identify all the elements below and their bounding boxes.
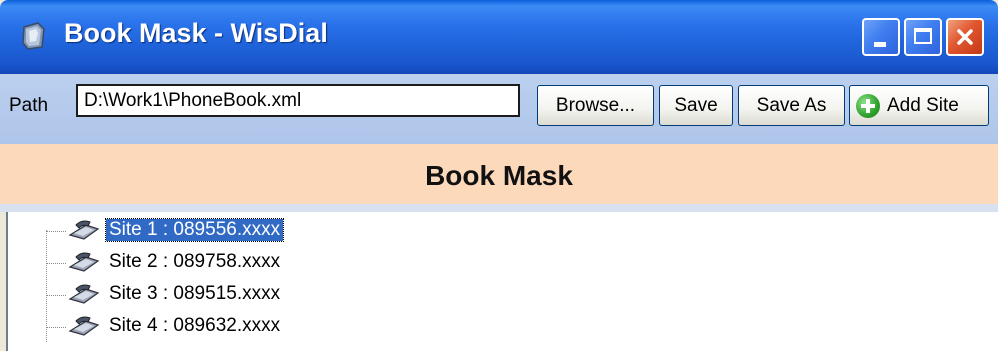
maximize-button[interactable]	[904, 18, 942, 56]
site-tree[interactable]: Site 1 : 089556.xxxx Site 2 : 089758.xxx…	[6, 212, 998, 351]
save-button[interactable]: Save	[659, 85, 733, 126]
save-as-button[interactable]: Save As	[738, 85, 845, 126]
add-site-label: Add Site	[887, 94, 959, 116]
tree-item-label: Site 4 : 089632.xxxx	[109, 315, 281, 336]
app-icon	[22, 22, 45, 50]
window-title: Book Mask - WisDial	[64, 18, 328, 48]
close-icon	[957, 29, 973, 45]
tree-item-label: Site 2 : 089758.xxxx	[109, 251, 281, 272]
close-button[interactable]	[946, 18, 984, 56]
tree-item-label: Site 3 : 089515.xxxx	[109, 283, 281, 304]
tree-connector	[46, 327, 66, 328]
phone-icon	[68, 220, 100, 240]
minimize-icon	[874, 42, 886, 47]
tree-connector	[46, 295, 66, 296]
path-label: Path	[9, 95, 49, 116]
minimize-button[interactable]	[862, 18, 900, 56]
tree-connector	[46, 231, 66, 232]
browse-button[interactable]: Browse...	[537, 85, 654, 126]
plus-circle-icon	[856, 93, 880, 118]
page-title: Book Mask	[425, 160, 573, 191]
maximize-icon	[914, 28, 932, 44]
path-input[interactable]	[76, 84, 520, 117]
add-site-button[interactable]: Add Site	[849, 85, 989, 126]
phone-icon	[68, 284, 100, 304]
tree-item-label: Site 1 : 089556.xxxx	[104, 218, 285, 242]
phone-icon	[68, 252, 100, 272]
divider	[0, 204, 998, 212]
app-window: Book Mask - WisDial Path Browse... Save …	[0, 0, 998, 351]
phone-icon	[68, 316, 100, 336]
tree-connector	[46, 230, 47, 342]
title-bar[interactable]: Book Mask - WisDial	[0, 0, 998, 74]
tree-connector	[46, 263, 66, 264]
